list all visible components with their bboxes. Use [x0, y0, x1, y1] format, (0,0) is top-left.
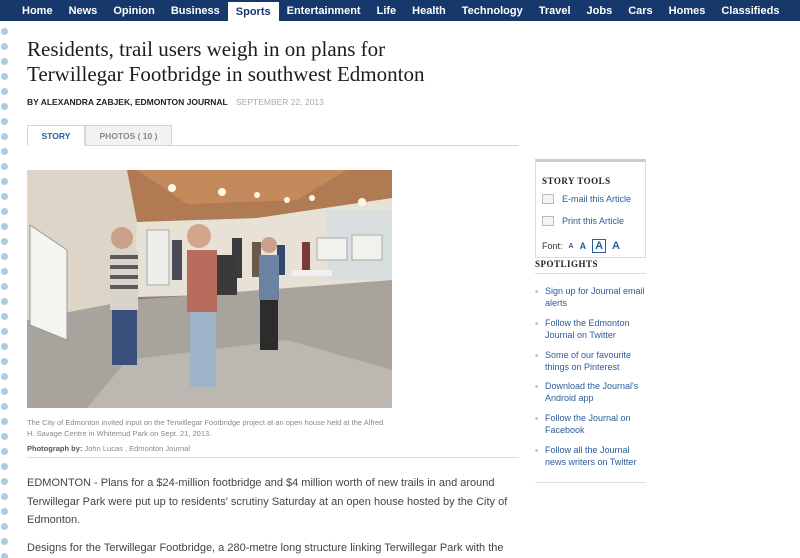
decorative-dot	[1, 538, 8, 545]
article-tabs: STORY PHOTOS ( 10 )	[27, 125, 519, 146]
nav-business[interactable]: Business	[163, 0, 228, 21]
decorative-dot	[1, 118, 8, 125]
spotlight-link[interactable]: Follow the Journal on Facebook	[535, 413, 646, 436]
article-date: SEPTEMBER 22, 2013	[236, 97, 324, 107]
decorative-dot-border	[0, 24, 12, 558]
headline-line-1: Residents, trail users weigh in on plans…	[27, 37, 386, 61]
photo-illustration	[27, 170, 392, 408]
spotlight-link[interactable]: Follow all the Journal news writers on T…	[535, 445, 646, 468]
decorative-dot	[1, 508, 8, 515]
font-size-medium-button[interactable]: A	[580, 241, 587, 251]
tab-story[interactable]: STORY	[27, 125, 85, 146]
photo-credit: Photograph by: John Lucas , Edmonton Jou…	[27, 444, 190, 453]
article-paragraph-2: Designs for the Terwillegar Footbridge, …	[27, 542, 504, 554]
nav-classifieds[interactable]: Classifieds	[713, 0, 787, 21]
decorative-dot	[1, 433, 8, 440]
decorative-dot	[1, 148, 8, 155]
decorative-dot	[1, 448, 8, 455]
print-icon	[542, 216, 554, 226]
decorative-dot	[1, 28, 8, 35]
nav-technology[interactable]: Technology	[454, 0, 531, 21]
nav-sports[interactable]: Sports	[227, 0, 279, 21]
email-icon	[542, 194, 554, 204]
spotlight-link[interactable]: Download the Journal's Android app	[535, 381, 646, 404]
nav-health[interactable]: Health	[404, 0, 454, 21]
article-paragraph-1: EDMONTON - Plans for a $24-million footb…	[27, 477, 508, 526]
decorative-dot	[1, 298, 8, 305]
decorative-dot	[1, 523, 8, 530]
nav-cars[interactable]: Cars	[620, 0, 660, 21]
headline-line-2: Terwillegar Footbridge in southwest Edmo…	[27, 62, 425, 86]
decorative-dot	[1, 463, 8, 470]
decorative-dot	[1, 493, 8, 500]
nav-life[interactable]: Life	[369, 0, 405, 21]
decorative-dot	[1, 403, 8, 410]
decorative-dot	[1, 88, 8, 95]
decorative-dot	[1, 133, 8, 140]
font-size-small-button[interactable]: A	[569, 243, 574, 250]
decorative-dot	[1, 73, 8, 80]
font-size-xlarge-button[interactable]: A	[612, 240, 620, 252]
font-size-large-button[interactable]: A	[592, 239, 607, 253]
decorative-dot	[1, 358, 8, 365]
photo-credit-label: Photograph by:	[27, 444, 83, 453]
decorative-dot	[1, 313, 8, 320]
spotlights-title: SPOTLIGHTS	[535, 259, 646, 274]
decorative-dot	[1, 43, 8, 50]
main-nav: Home News Opinion Business Sports Entert…	[0, 0, 800, 21]
article-byline: BY ALEXANDRA ZABJEK, EDMONTON JOURNAL	[27, 97, 228, 107]
decorative-dot	[1, 253, 8, 260]
email-article-row[interactable]: E-mail this Article	[542, 194, 631, 204]
decorative-dot	[1, 268, 8, 275]
decorative-dot	[1, 553, 8, 558]
decorative-dot	[1, 283, 8, 290]
photo-caption: The City of Edmonton invited input on th…	[27, 418, 384, 438]
divider	[535, 482, 646, 483]
decorative-dot	[1, 163, 8, 170]
decorative-dot	[1, 58, 8, 65]
decorative-dot	[1, 193, 8, 200]
font-size-controls: Font: A A A A	[542, 239, 620, 253]
article-photo[interactable]	[27, 170, 392, 408]
print-article-row[interactable]: Print this Article	[542, 216, 624, 226]
decorative-dot	[1, 418, 8, 425]
nav-opinion[interactable]: Opinion	[105, 0, 163, 21]
decorative-dot	[1, 208, 8, 215]
decorative-dot	[1, 388, 8, 395]
spotlight-link[interactable]: Follow the Edmonton Journal on Twitter	[535, 318, 646, 341]
nav-news[interactable]: News	[61, 0, 106, 21]
photo-credit-name: John Lucas , Edmonton Journal	[84, 444, 190, 453]
nav-homes[interactable]: Homes	[661, 0, 714, 21]
spotlight-link[interactable]: Sign up for Journal email alerts	[535, 286, 646, 309]
decorative-dot	[1, 178, 8, 185]
decorative-dot	[1, 103, 8, 110]
decorative-dot	[1, 328, 8, 335]
divider	[27, 457, 519, 458]
font-size-label: Font:	[542, 241, 563, 251]
article-headline: Residents, trail users weigh in on plans…	[27, 37, 497, 87]
email-article-link[interactable]: E-mail this Article	[562, 194, 631, 204]
tab-photos[interactable]: PHOTOS ( 10 )	[85, 125, 172, 146]
nav-travel[interactable]: Travel	[531, 0, 579, 21]
story-tools-title: STORY TOOLS	[542, 176, 611, 186]
story-tools-box: STORY TOOLS E-mail this Article Print th…	[535, 159, 646, 258]
decorative-dot	[1, 238, 8, 245]
decorative-dot	[1, 223, 8, 230]
decorative-dot	[1, 373, 8, 380]
decorative-dot	[1, 478, 8, 485]
print-article-link[interactable]: Print this Article	[562, 216, 624, 226]
decorative-dot	[1, 343, 8, 350]
nav-jobs[interactable]: Jobs	[579, 0, 621, 21]
nav-entertainment[interactable]: Entertainment	[279, 0, 369, 21]
nav-home[interactable]: Home	[0, 0, 61, 21]
spotlight-link[interactable]: Some of our favourite things on Pinteres…	[535, 350, 646, 373]
